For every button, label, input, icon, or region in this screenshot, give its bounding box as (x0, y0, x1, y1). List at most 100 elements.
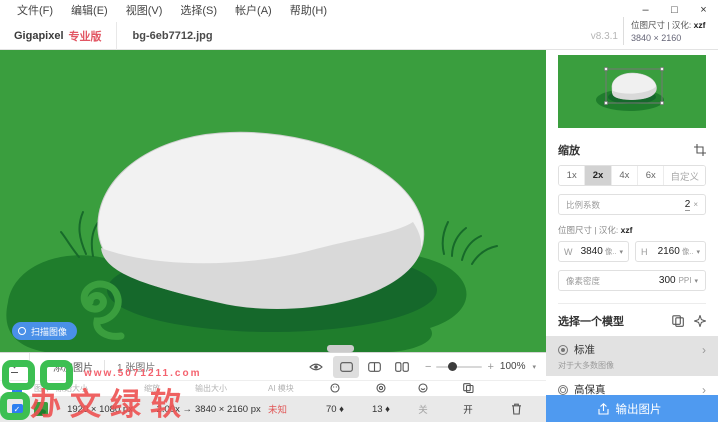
size-value: 3840 × 2160 (631, 33, 682, 43)
trash-icon[interactable] (511, 403, 522, 415)
zoom-slider-knob[interactable] (448, 361, 458, 371)
menubar: 文件(F) 编辑(E) 视图(V) 选择(S) 帐户(A) 帮助(H) – □ … (0, 0, 718, 22)
height-field[interactable]: H 2160 像.. ▾ (635, 241, 706, 262)
plus-icon: + (41, 359, 49, 374)
row-scale: 2.00x → (156, 403, 192, 415)
preview-original-button[interactable] (303, 356, 329, 378)
pixel-density-row[interactable]: 像素密度 300 PPI ▾ (558, 270, 706, 291)
zoom-level-value: 100% (499, 361, 526, 372)
single-pane-icon (339, 361, 353, 372)
canvas-hscrollbar[interactable] (327, 345, 354, 352)
model-name: 标准 (574, 344, 595, 356)
chevron-down-icon[interactable]: ▾ (694, 277, 698, 285)
add-image-label: 添加图片 (53, 363, 94, 374)
model-standard[interactable]: 标准 › 对于大多数图像 (546, 336, 718, 376)
chevron-right-icon: › (702, 342, 706, 357)
pixel-density-value[interactable]: 300 (659, 275, 676, 286)
row-output-size: 3840 × 2160 px (195, 403, 261, 415)
standard-model-icon (558, 344, 568, 355)
model-section-title: 选择一个模型 (558, 316, 624, 328)
menu-edit[interactable]: 编辑(E) (62, 0, 117, 22)
zoom-custom-button[interactable]: 自定义 (664, 166, 705, 185)
add-image-button[interactable]: + 添加图片 (30, 353, 104, 380)
eye-icon (309, 363, 323, 370)
header-scale: 缩放 (144, 384, 160, 393)
app-tab[interactable]: Gigapixel 专业版 (0, 21, 117, 50)
zoom-slider-track[interactable] (436, 361, 483, 371)
row-toggle-on[interactable]: 开 (444, 402, 492, 416)
version-label: v8.3.1 (590, 31, 618, 42)
zoom-2x-button[interactable]: 2x (585, 166, 612, 185)
sparkle-icon[interactable] (694, 315, 706, 327)
height-unit: 像.. (681, 247, 694, 256)
header-image: 图片 (34, 384, 50, 393)
high-fidelity-model-icon (558, 384, 568, 395)
filename-tab[interactable]: bg-6eb7712.jpg (117, 30, 229, 42)
row-credit-1: 70 ♦ (325, 403, 345, 415)
zoom-out-icon[interactable]: − (425, 361, 431, 373)
side-by-side-view-button[interactable] (389, 356, 415, 378)
scale-factor-row: 比例系数 2 × (558, 194, 706, 215)
zoom-1x-button[interactable]: 1x (559, 166, 586, 185)
width-field[interactable]: W 3840 像.. ▾ (558, 241, 629, 262)
menu-help[interactable]: 帮助(H) (281, 0, 336, 22)
pixel-density-label: 像素密度 (566, 275, 601, 286)
import-icon: ↓ (10, 359, 19, 373)
dual-pane-icon (395, 361, 409, 372)
compare-pages-icon[interactable] (672, 315, 684, 327)
row-toggle-off[interactable]: 关 (402, 402, 444, 416)
app-name: Gigapixel (14, 29, 64, 42)
pixel-density-unit: PPI (678, 276, 692, 285)
view-mode-group (333, 355, 415, 378)
menu-account[interactable]: 帐户(A) (226, 0, 281, 22)
export-image-button[interactable]: 输出图片 (541, 395, 718, 422)
scale-factor-unit: × (693, 200, 698, 209)
file-toolbar: ↓ + 添加图片 1 张图片 − + 100% ▾ (0, 353, 546, 381)
row-status: 未知 (268, 405, 288, 416)
chevron-down-icon: ▾ (532, 363, 536, 371)
scan-image-label: 扫描图像 (31, 326, 68, 337)
batch-table-header: ✓ 图片 原始大小 缩放 输出大小 AI 模块 (0, 381, 546, 396)
select-all-checkbox[interactable]: ✓ (12, 383, 22, 394)
pixel-size-author: xzf (620, 225, 633, 235)
zoom-level-select[interactable]: 100% ▾ (500, 361, 546, 372)
denoise-icon (376, 382, 386, 393)
zoom-4x-button[interactable]: 4x (611, 166, 639, 185)
row-checkbox[interactable]: ✓ (11, 403, 23, 415)
upload-icon (597, 402, 609, 415)
navigation-preview[interactable] (558, 55, 706, 128)
size-caption: 位图尺寸 | 汉化: (631, 20, 694, 30)
menu-file[interactable]: 文件(F) (8, 0, 62, 22)
zoom-in-icon[interactable]: + (487, 361, 493, 373)
menu-view[interactable]: 视图(V) (117, 0, 172, 22)
single-view-button[interactable] (333, 355, 360, 378)
row-original-size: 1920 × 1080 px (67, 403, 133, 415)
sharpen-icon (418, 382, 428, 393)
scale-factor-input[interactable]: 2 (684, 199, 691, 211)
edition-badge: 专业版 (68, 30, 102, 43)
zoom-slider[interactable]: − + (425, 361, 494, 373)
split-pane-icon (367, 361, 381, 372)
face-recovery-icon (330, 382, 340, 393)
import-button[interactable]: ↓ (0, 353, 30, 380)
scale-factor-label: 比例系数 (566, 199, 601, 210)
width-value[interactable]: 3840 (573, 246, 603, 257)
zoom-preset-group: 1x 2x 4x 6x 自定义 (558, 165, 706, 186)
menu-select[interactable]: 选择(S) (171, 0, 226, 22)
split-view-button[interactable] (361, 356, 387, 378)
header-ai-module: AI 模块 (268, 384, 294, 393)
chevron-down-icon[interactable]: ▾ (619, 248, 623, 256)
row-thumbnail (34, 402, 48, 416)
bottom-bar: ↓ + 添加图片 1 张图片 − + 100% ▾ ✓ 图片 原始大小 缩放 输… (0, 352, 546, 422)
batch-table-row[interactable]: ✓ 1920 × 1080 px 2.00x → 3840 × 2160 px … (0, 396, 546, 422)
chevron-down-icon[interactable]: ▾ (696, 248, 700, 256)
model-description: 对于大多数图像 (558, 361, 614, 370)
scan-image-button[interactable]: 扫描图像 (12, 322, 78, 340)
crop-icon[interactable] (694, 144, 706, 156)
image-canvas[interactable] (0, 50, 546, 352)
row-credit-2: 13 ♦ (371, 403, 391, 415)
scan-icon (18, 327, 26, 335)
zoom-6x-button[interactable]: 6x (638, 166, 665, 185)
height-value[interactable]: 2160 (648, 246, 680, 257)
header-output-size: 输出大小 (195, 384, 227, 393)
